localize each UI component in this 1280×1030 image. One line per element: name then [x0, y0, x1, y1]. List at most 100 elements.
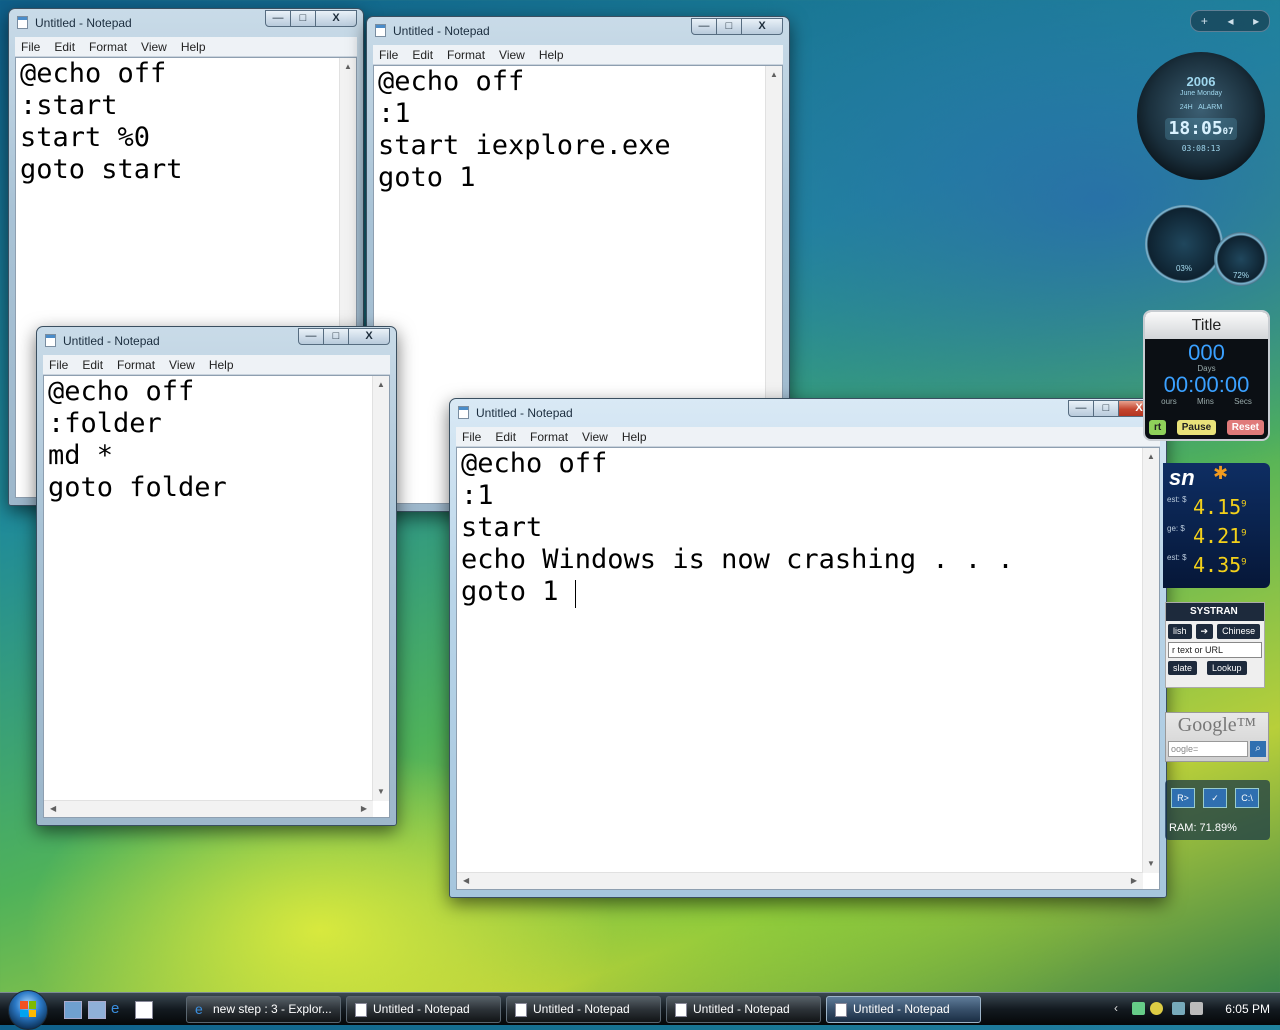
scroll-down-arrow[interactable]: ▼ — [377, 788, 385, 796]
show-hidden-icons-chevron[interactable]: ‹ — [1114, 1001, 1118, 1015]
scroll-right-arrow[interactable]: ▶ — [1131, 877, 1137, 885]
internet-explorer-icon[interactable]: e — [111, 1001, 127, 1017]
scroll-up-arrow[interactable]: ▲ — [377, 381, 385, 389]
horizontal-scrollbar[interactable]: ◀ ▶ — [44, 800, 373, 817]
vertical-scrollbar[interactable]: ▲ ▼ — [372, 376, 389, 801]
target-language[interactable]: Chinese — [1217, 624, 1261, 639]
menu-edit[interactable]: Edit — [48, 40, 83, 54]
vertical-scrollbar[interactable]: ▲ ▼ — [1142, 448, 1159, 873]
maximize-button[interactable]: □ — [323, 328, 349, 345]
cpu-gauge[interactable]: 03% — [1145, 205, 1223, 283]
taskbar-clock[interactable]: 6:05 PM — [1225, 1002, 1270, 1016]
minimize-button[interactable]: — — [1068, 400, 1094, 417]
network-icon[interactable] — [1132, 1002, 1145, 1015]
volume-icon[interactable] — [1190, 1002, 1203, 1015]
clock-gadget[interactable]: 2006 June Monday 24H ALARM 18:0507 03:08… — [1137, 52, 1265, 180]
maximize-button[interactable]: □ — [1093, 400, 1119, 417]
title-bar[interactable]: Untitled - Notepad — □ X — [37, 327, 396, 355]
scroll-right-arrow[interactable]: ▶ — [361, 805, 367, 813]
maximize-button[interactable]: □ — [716, 18, 742, 35]
taskbar-item-notepad-4[interactable]: Untitled - Notepad — [826, 996, 981, 1023]
menu-help[interactable]: Help — [203, 358, 242, 372]
menu-help[interactable]: Help — [533, 48, 572, 62]
menu-format[interactable]: Format — [83, 40, 135, 54]
minimize-button[interactable]: — — [265, 10, 291, 27]
taskbar-item-explorer[interactable]: e new step : 3 - Explor... — [186, 996, 341, 1023]
msn-row-1: est: $ 4.159 — [1167, 495, 1266, 519]
system-monitor-gadget[interactable]: R> ✓ C:\ RAM: 71.89% — [1165, 780, 1270, 840]
connection-icon[interactable] — [1172, 1002, 1185, 1015]
next-page-button[interactable]: ▸ — [1253, 14, 1259, 28]
taskbar-item-notepad-1[interactable]: Untitled - Notepad — [346, 996, 501, 1023]
menu-view[interactable]: View — [135, 40, 175, 54]
google-search-gadget[interactable]: Google™ oogle= ⌕ — [1165, 712, 1269, 762]
notepad-quicklaunch-icon[interactable] — [135, 1001, 153, 1019]
scroll-down-arrow[interactable]: ▼ — [1147, 860, 1155, 868]
ram-gauge[interactable]: 72% — [1214, 232, 1268, 286]
systran-gadget[interactable]: SYSTRAN lish ➔ Chinese r text or URL sla… — [1165, 602, 1265, 688]
menu-help[interactable]: Help — [616, 430, 655, 444]
close-button[interactable]: X — [315, 10, 357, 27]
clock-secondary-time: 03:08:13 — [1181, 144, 1221, 153]
pause-button[interactable]: Pause — [1176, 420, 1217, 435]
menu-format[interactable]: Format — [111, 358, 163, 372]
menu-file[interactable]: File — [15, 40, 48, 54]
taskbar-item-notepad-3[interactable]: Untitled - Notepad — [666, 996, 821, 1023]
translate-button[interactable]: slate — [1168, 661, 1198, 675]
start-button[interactable] — [8, 990, 48, 1030]
notepad-window-3[interactable]: Untitled - Notepad — □ X File Edit Forma… — [36, 326, 397, 826]
taskbar-item-notepad-2[interactable]: Untitled - Notepad — [506, 996, 661, 1023]
menu-file[interactable]: File — [43, 358, 76, 372]
msn-row-3: est: $ 4.359 — [1167, 553, 1266, 577]
checkmark-icon[interactable]: ✓ — [1203, 788, 1227, 808]
menu-view[interactable]: View — [576, 430, 616, 444]
msn-gas-gadget[interactable]: sn ✱ est: $ 4.159 ge: $ 4.219 est: $ 4.3… — [1163, 463, 1270, 588]
title-bar[interactable]: Untitled - Notepad — □ X — [9, 9, 363, 37]
reset-button[interactable]: Reset — [1226, 420, 1264, 435]
menu-view[interactable]: View — [493, 48, 533, 62]
menu-format[interactable]: Format — [441, 48, 493, 62]
run-icon[interactable]: R> — [1171, 788, 1195, 808]
menu-edit[interactable]: Edit — [489, 430, 524, 444]
window-title: Untitled - Notepad — [476, 406, 573, 420]
close-button[interactable]: X — [741, 18, 783, 35]
menu-view[interactable]: View — [163, 358, 203, 372]
add-gadget-button[interactable]: + — [1201, 14, 1208, 28]
notepad-window-4[interactable]: Untitled - Notepad — □ X File Edit Forma… — [449, 398, 1167, 898]
command-prompt-icon[interactable]: C:\ — [1235, 788, 1259, 808]
google-search-input[interactable]: oogle= — [1168, 741, 1248, 757]
source-language[interactable]: lish — [1168, 624, 1192, 639]
prev-page-button[interactable]: ◂ — [1227, 14, 1233, 28]
show-desktop-icon[interactable] — [64, 1001, 82, 1019]
security-center-icon[interactable] — [1150, 1002, 1163, 1015]
text-editor[interactable]: @echo off :1 start echo Windows is now c… — [456, 447, 1160, 890]
menu-edit[interactable]: Edit — [76, 358, 111, 372]
minimize-button[interactable]: — — [298, 328, 324, 345]
internet-explorer-icon: e — [195, 1001, 203, 1017]
close-button[interactable]: X — [348, 328, 390, 345]
start-button[interactable]: rt — [1149, 420, 1167, 435]
menu-format[interactable]: Format — [524, 430, 576, 444]
translate-input[interactable]: r text or URL — [1168, 642, 1262, 658]
scroll-up-arrow[interactable]: ▲ — [344, 63, 352, 71]
scroll-left-arrow[interactable]: ◀ — [463, 877, 469, 885]
menu-edit[interactable]: Edit — [406, 48, 441, 62]
lookup-button[interactable]: Lookup — [1207, 661, 1247, 675]
search-icon[interactable]: ⌕ — [1250, 741, 1266, 757]
scroll-up-arrow[interactable]: ▲ — [770, 71, 778, 79]
maximize-button[interactable]: □ — [290, 10, 316, 27]
menu-help[interactable]: Help — [175, 40, 214, 54]
menu-file[interactable]: File — [456, 430, 489, 444]
switch-windows-icon[interactable] — [88, 1001, 106, 1019]
title-bar[interactable]: Untitled - Notepad — □ X — [367, 17, 789, 45]
swap-arrow-icon[interactable]: ➔ — [1195, 624, 1214, 639]
menu-file[interactable]: File — [373, 48, 406, 62]
title-bar[interactable]: Untitled - Notepad — □ X — [450, 399, 1166, 427]
scroll-up-arrow[interactable]: ▲ — [1147, 453, 1155, 461]
horizontal-scrollbar[interactable]: ◀ ▶ — [457, 872, 1143, 889]
text-editor[interactable]: @echo off :folder md * goto folder ▲ ▼ ◀… — [43, 375, 390, 818]
google-logo: Google™ — [1177, 714, 1257, 736]
countdown-gadget[interactable]: Title 000 Days 00:00:00 ours Mins Secs r… — [1143, 310, 1270, 441]
scroll-left-arrow[interactable]: ◀ — [50, 805, 56, 813]
minimize-button[interactable]: — — [691, 18, 717, 35]
